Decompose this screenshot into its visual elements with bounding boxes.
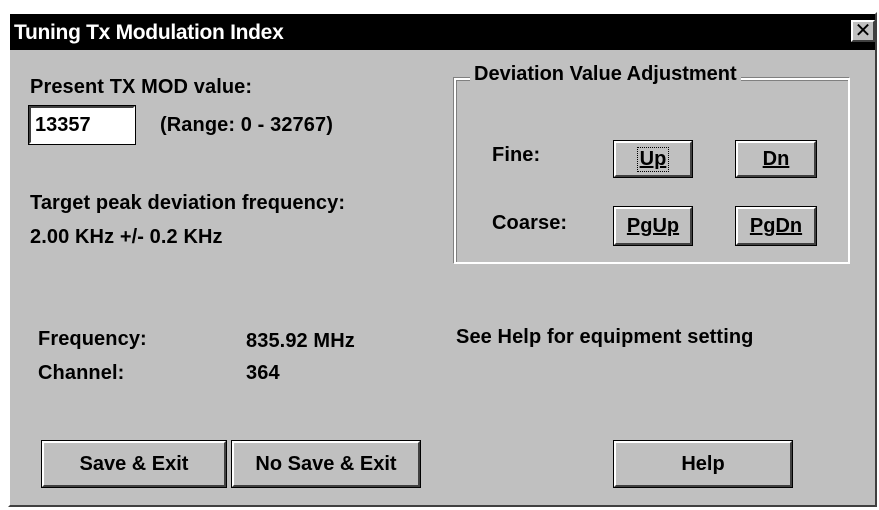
range-label: (Range: 0 - 32767) (160, 114, 333, 136)
channel-value: 364 (246, 362, 280, 384)
target-deviation-value: 2.00 KHz +/- 0.2 KHz (30, 226, 223, 248)
help-button[interactable]: Help (613, 440, 793, 488)
coarse-label: Coarse: (492, 212, 568, 234)
save-exit-label: Save & Exit (79, 452, 189, 475)
fine-label: Fine: (492, 144, 541, 166)
fine-up-label: Up (636, 146, 670, 172)
coarse-down-label: PgDn (749, 214, 803, 237)
channel-label: Channel: (38, 362, 125, 384)
help-note: See Help for equipment setting (456, 326, 754, 348)
coarse-up-button[interactable]: PgUp (613, 206, 693, 246)
target-deviation-label: Target peak deviation frequency: (30, 192, 346, 214)
help-label: Help (681, 452, 725, 475)
fine-down-label: Dn (762, 147, 790, 170)
coarse-down-button[interactable]: PgDn (735, 206, 817, 246)
frequency-value: 835.92 MHz (246, 330, 355, 352)
mod-value-input[interactable] (31, 108, 133, 142)
fine-up-button[interactable]: Up (613, 140, 693, 178)
close-icon: ✕ (854, 20, 872, 42)
coarse-up-label: PgUp (626, 214, 680, 237)
no-save-exit-label: No Save & Exit (255, 452, 397, 475)
fine-down-button[interactable]: Dn (735, 140, 817, 178)
window-title: Tuning Tx Modulation Index (14, 21, 284, 44)
deviation-group-title: Deviation Value Adjustment (470, 63, 741, 86)
mod-value-label: Present TX MOD value: (30, 76, 253, 98)
close-button[interactable]: ✕ (851, 20, 875, 42)
no-save-exit-button[interactable]: No Save & Exit (231, 440, 421, 488)
title-bar[interactable]: Tuning Tx Modulation Index ✕ (10, 14, 875, 50)
mod-value-input-box[interactable] (28, 105, 136, 145)
save-exit-button[interactable]: Save & Exit (41, 440, 227, 488)
frequency-label: Frequency: (38, 328, 147, 350)
